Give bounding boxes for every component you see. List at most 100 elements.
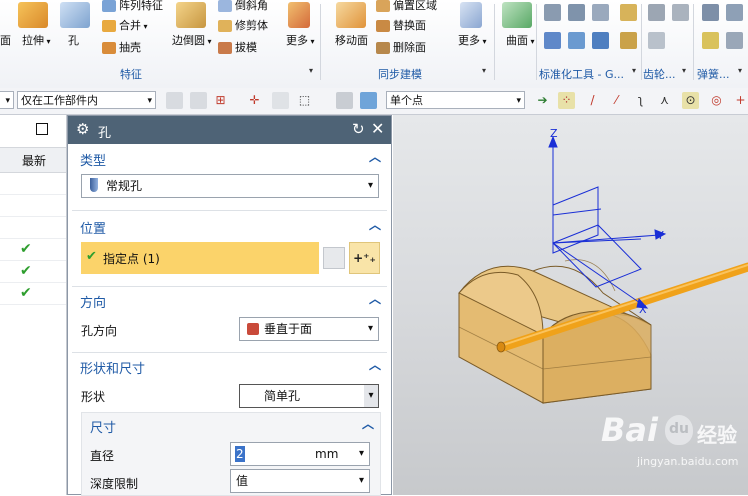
face-label: 面 bbox=[0, 34, 11, 47]
existing-point-icon[interactable]: + bbox=[732, 92, 748, 109]
group-gear-expand[interactable]: ▾ bbox=[682, 66, 686, 75]
arrow-right-icon[interactable]: ➔ bbox=[534, 92, 551, 109]
chevron-up-icon[interactable]: ︿ bbox=[369, 290, 381, 307]
latest-column-header[interactable]: 最新 bbox=[22, 152, 46, 169]
crosshair-icon[interactable]: ✛ bbox=[246, 92, 263, 109]
cube-icon[interactable] bbox=[360, 92, 377, 109]
snap-point-icon[interactable]: ⁘ bbox=[558, 92, 575, 109]
gear-icon[interactable]: ⚙ bbox=[76, 120, 89, 138]
move-face-button[interactable]: 移动面 bbox=[335, 32, 368, 48]
scope-filter-combo[interactable]: 仅在工作部件内 ▾ bbox=[17, 91, 156, 109]
sketch-point-icon[interactable]: +⁺₊ bbox=[349, 242, 380, 274]
move-face-icon[interactable] bbox=[336, 2, 366, 28]
rectangle-select-icon[interactable]: ⬚ bbox=[296, 92, 313, 109]
direction-section-title[interactable]: 方向 bbox=[80, 292, 106, 311]
standard-tool-icon[interactable] bbox=[568, 32, 585, 49]
spring-icon[interactable] bbox=[726, 4, 743, 21]
draft-button[interactable]: 拔模 bbox=[218, 39, 257, 55]
standard-tool-icon[interactable] bbox=[592, 32, 609, 49]
assembly-filter-icon[interactable] bbox=[166, 92, 183, 109]
offset-region-button[interactable]: 偏置区域 bbox=[376, 0, 437, 13]
pattern-feature-button[interactable]: 阵列特征 bbox=[102, 0, 163, 13]
surface-icon[interactable] bbox=[502, 2, 532, 28]
point-dialog-icon[interactable] bbox=[323, 247, 345, 269]
wcs-triad[interactable] bbox=[548, 135, 667, 309]
gear-icon[interactable] bbox=[648, 4, 665, 21]
spring-icon[interactable] bbox=[726, 32, 743, 49]
standard-tool-icon[interactable] bbox=[544, 4, 561, 21]
hole-button[interactable]: 孔 bbox=[68, 32, 79, 48]
list-item[interactable] bbox=[0, 194, 66, 217]
surface-button[interactable]: 曲面 ▾ bbox=[506, 32, 535, 48]
group-spring-expand[interactable]: ▾ bbox=[738, 66, 742, 75]
chevron-up-icon[interactable]: ︿ bbox=[369, 356, 381, 373]
form-section-title[interactable]: 形状和尺寸 bbox=[80, 358, 145, 377]
chevron-up-icon[interactable]: ︿ bbox=[369, 216, 381, 233]
list-item[interactable] bbox=[0, 172, 66, 195]
reset-icon[interactable]: ↻ bbox=[352, 120, 365, 138]
ribbon-face-button[interactable]: 面 bbox=[0, 32, 11, 48]
unite-button[interactable]: 合并 ▾ bbox=[102, 17, 148, 33]
quadrant-icon[interactable]: ◎ bbox=[708, 92, 725, 109]
eraser-icon[interactable] bbox=[336, 92, 353, 109]
standard-tool-icon[interactable] bbox=[620, 4, 637, 21]
form-select[interactable]: 简单孔 ▾ bbox=[239, 384, 379, 408]
extrude-icon[interactable] bbox=[18, 2, 48, 28]
draft-label: 拔模 bbox=[235, 41, 257, 54]
group-sync-expand[interactable]: ▾ bbox=[482, 66, 486, 75]
delete-face-button[interactable]: 删除面 bbox=[376, 39, 426, 55]
list-item[interactable]: ✔ bbox=[0, 238, 66, 261]
chamfer-button[interactable]: 倒斜角 bbox=[218, 0, 268, 13]
midpoint-icon[interactable]: ⁄ bbox=[608, 92, 625, 109]
edge-blend-icon[interactable] bbox=[176, 2, 206, 28]
standard-tool-icon[interactable] bbox=[620, 32, 637, 49]
type-filter-combo[interactable]: ▾ bbox=[0, 91, 14, 109]
extrude-button[interactable]: 拉伸 ▾ bbox=[22, 32, 51, 48]
model-view[interactable]: Z Y X bbox=[393, 115, 748, 495]
group-standard-expand[interactable]: ▾ bbox=[632, 66, 636, 75]
selection-toolbar: ▾ 仅在工作部件内 ▾ ⊞ ✛ ⬚ 单个点 ▾ ➔ ⁘ / ⁄ ʅ ⋏ ⊙ ◎ + bbox=[0, 88, 748, 115]
gear-icon[interactable] bbox=[672, 4, 689, 21]
standard-tool-icon[interactable] bbox=[568, 4, 585, 21]
curve-icon[interactable]: ʅ bbox=[632, 92, 649, 109]
hole-direction-select[interactable]: 垂直于面 ▾ bbox=[239, 317, 379, 341]
more-sync-button[interactable]: 更多 ▾ bbox=[458, 32, 487, 48]
chevron-up-icon[interactable]: ︿ bbox=[369, 148, 381, 165]
more-features-icon[interactable] bbox=[288, 2, 310, 28]
maximize-icon[interactable] bbox=[36, 123, 48, 135]
shell-button[interactable]: 抽壳 bbox=[102, 39, 141, 55]
list-item[interactable] bbox=[0, 216, 66, 239]
standard-tool-icon[interactable] bbox=[592, 4, 609, 21]
list-item[interactable]: ✔ bbox=[0, 282, 66, 305]
spring-icon[interactable] bbox=[702, 32, 719, 49]
edge-blend-button[interactable]: 边倒圆 ▾ bbox=[172, 32, 212, 48]
position-section-title[interactable]: 位置 bbox=[80, 218, 106, 237]
more-sync-icon[interactable] bbox=[460, 2, 482, 28]
close-icon[interactable]: ✕ bbox=[371, 119, 384, 138]
specify-point-row[interactable]: ✔ 指定点 (1) bbox=[81, 242, 319, 274]
group-feature-expand[interactable]: ▾ bbox=[309, 66, 313, 75]
intersection-icon[interactable]: ⋏ bbox=[656, 92, 673, 109]
select-box-icon[interactable]: ⊞ bbox=[212, 92, 229, 109]
chevron-up-icon[interactable]: ︿ bbox=[362, 415, 374, 432]
more-features-button[interactable]: 更多 ▾ bbox=[286, 32, 315, 48]
replace-face-button[interactable]: 替换面 bbox=[376, 17, 426, 33]
gear-icon[interactable] bbox=[648, 32, 665, 49]
hole-icon[interactable] bbox=[60, 2, 90, 28]
depth-limit-select[interactable]: 值 ▾ bbox=[230, 469, 370, 493]
list-item[interactable]: ✔ bbox=[0, 260, 66, 283]
endpoint-icon[interactable]: / bbox=[584, 92, 601, 109]
type-section-title[interactable]: 类型 bbox=[80, 150, 106, 169]
arc-center-icon[interactable]: ⊙ bbox=[682, 92, 699, 109]
select-icon[interactable] bbox=[272, 92, 289, 109]
hole-type-select[interactable]: 常规孔 ▾ bbox=[81, 174, 379, 198]
filter-icon[interactable] bbox=[190, 92, 207, 109]
spring-icon[interactable] bbox=[702, 4, 719, 21]
snap-mode-combo[interactable]: 单个点 ▾ bbox=[386, 91, 525, 109]
dimensions-section-title[interactable]: 尺寸 bbox=[90, 417, 116, 436]
trim-body-button[interactable]: 修剪体 bbox=[218, 17, 268, 33]
graphics-viewport[interactable]: Z Y X Bai du 经验 jingyan.baidu.com bbox=[393, 115, 748, 495]
standard-tool-icon[interactable] bbox=[544, 32, 561, 49]
dialog-title-bar[interactable]: ⚙ 孔 ↻ ✕ bbox=[68, 116, 391, 144]
diameter-input[interactable]: 2 mm ▾ bbox=[230, 442, 370, 466]
